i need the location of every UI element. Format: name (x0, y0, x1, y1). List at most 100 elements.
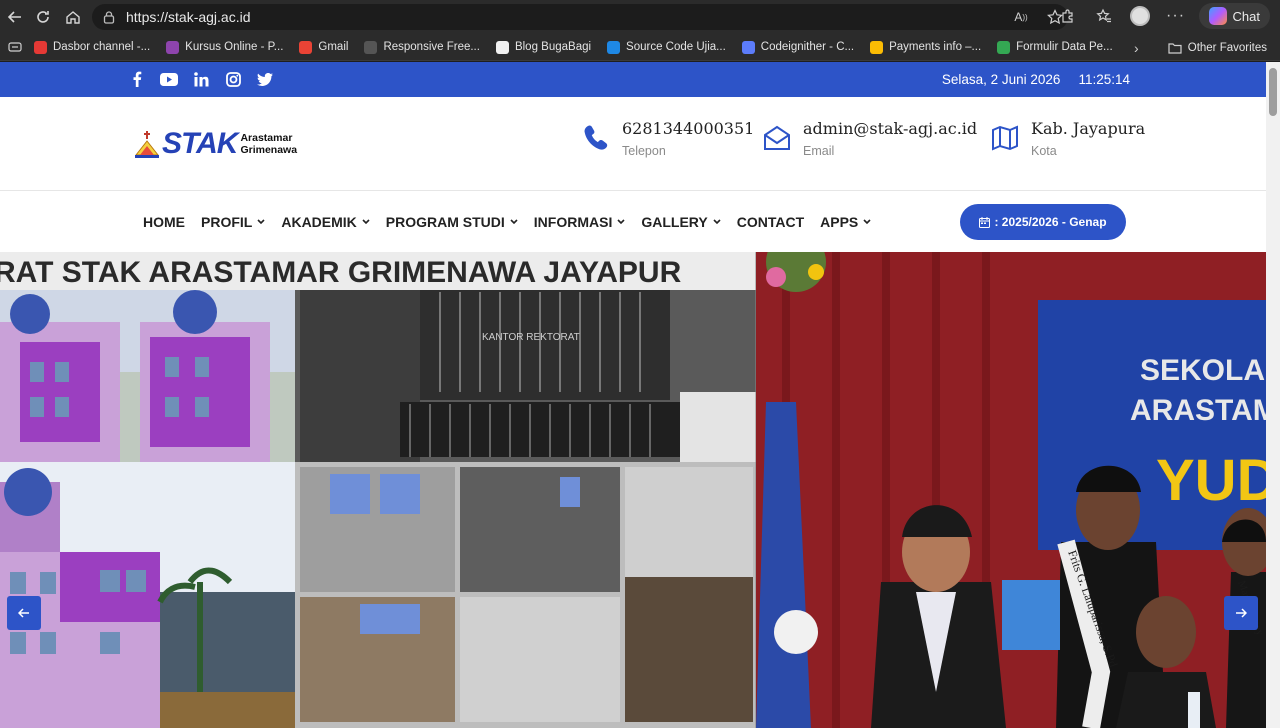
favorites-icon[interactable] (1091, 3, 1117, 29)
youtube-icon[interactable] (160, 70, 178, 88)
bookmark-item[interactable]: Kursus Online - P... (158, 40, 291, 54)
twitter-icon[interactable] (256, 70, 274, 88)
nav-item-label: HOME (143, 214, 185, 230)
linkedin-icon[interactable] (192, 70, 210, 88)
page-scrollbar[interactable] (1266, 62, 1280, 728)
chat-label: Chat (1232, 8, 1260, 24)
profile-avatar[interactable] (1127, 3, 1153, 29)
email-label: Email (803, 144, 835, 158)
bookmark-label: Dasbor channel -... (53, 41, 151, 53)
lock-icon (103, 11, 115, 24)
contact-city-text: Kab. Jayapura Kota (1031, 119, 1145, 158)
bookmark-item[interactable]: Gmail (291, 40, 356, 54)
more-menu-icon[interactable]: ··· (1163, 3, 1189, 29)
bookmark-label: Responsive Free... (383, 41, 480, 53)
other-favorites-folder[interactable]: Other Favorites (1168, 34, 1267, 61)
nav-item-gallery[interactable]: GALLERY (641, 214, 721, 230)
arrow-left-icon (18, 608, 29, 618)
instagram-icon[interactable] (224, 70, 242, 88)
copilot-chat-button[interactable]: Chat (1198, 3, 1270, 29)
bookmark-favicon-icon (166, 40, 180, 54)
chevron-down-icon (713, 218, 721, 227)
web-page: Selasa, 2 Juni 2026 11:25:14 STAK Arasta… (0, 62, 1266, 728)
bookmark-item[interactable]: Dasbor channel -... (26, 40, 158, 54)
email-address[interactable]: admin@stak-agj.ac.id (803, 119, 977, 138)
social-links (128, 70, 274, 88)
facebook-icon[interactable] (128, 70, 146, 88)
calendar-icon (979, 216, 991, 228)
bookmark-item[interactable]: Responsive Free... (356, 40, 488, 54)
nav-item-program-studi[interactable]: PROGRAM STUDI (386, 214, 518, 230)
academic-semester-button[interactable]: : 2025/2026 - Genap (960, 204, 1126, 240)
banner-line-3: YUD (1156, 448, 1266, 513)
city-label: Kota (1031, 144, 1057, 158)
date-time-display: Selasa, 2 Juni 2026 11:25:14 (942, 72, 1130, 87)
refresh-icon[interactable] (28, 2, 58, 32)
extensions-icon[interactable] (1055, 3, 1081, 29)
nav-item-contact[interactable]: CONTACT (737, 214, 804, 230)
nav-item-akademik[interactable]: AKADEMIK (281, 214, 370, 230)
phone-number[interactable]: 6281344000351 (622, 119, 754, 138)
site-logo[interactable]: STAK Arastamar Grimenawa (134, 127, 297, 161)
bookmark-favicon-icon (364, 40, 378, 54)
nav-item-home[interactable]: HOME (143, 214, 185, 230)
nav-item-apps[interactable]: APPS (820, 214, 871, 230)
bookmark-item[interactable]: Codeignither - C... (734, 40, 862, 54)
folder-icon (1168, 42, 1182, 54)
nav-menu: HOME PROFIL AKADEMIK PROGRAM STUDI INFORMASI… (143, 214, 871, 230)
logo-emblem-icon (134, 129, 160, 159)
logo-subtitle-line-1: Arastamar (240, 132, 293, 144)
nav-item-informasi[interactable]: INFORMASI (534, 214, 626, 230)
contact-phone: 6281344000351 Telepon (582, 119, 754, 158)
toolbar-right: ··· Chat (1055, 3, 1270, 29)
current-time: 11:25:14 (1078, 72, 1130, 87)
map-icon (992, 125, 1018, 151)
copilot-icon (1208, 7, 1227, 25)
bookmark-item[interactable]: Source Code Ujia... (599, 40, 734, 54)
bookmark-favicon-icon (34, 40, 47, 54)
nav-item-label: INFORMASI (533, 214, 613, 230)
banner-line-1: SEKOLA (1140, 354, 1265, 387)
semester-label: : 2025/2026 - Genap (994, 215, 1107, 229)
graduation-photo-image: SEKOLA ARASTAM YUD Frits G. Laluparissa,… (756, 252, 1266, 728)
bookmark-label: Payments info –... (889, 41, 982, 53)
bookmark-favicon-icon (299, 40, 313, 54)
nav-item-label: AKADEMIK (281, 214, 357, 230)
logo-text: STAK (162, 127, 238, 160)
bookmarks-overflow-chevron-icon[interactable]: › (1134, 34, 1139, 61)
bookmark-item[interactable]: Payments info –... (862, 40, 989, 54)
slider-prev-button[interactable] (7, 596, 41, 630)
bookmark-item[interactable]: Formulir Data Pe... (989, 40, 1121, 54)
back-icon[interactable] (0, 2, 30, 32)
site-header: STAK Arastamar Grimenawa 6281344000351 T… (0, 97, 1266, 191)
slider-next-button[interactable] (1224, 596, 1258, 630)
contact-phone-text: 6281344000351 Telepon (622, 119, 754, 158)
slide-campus-renders: RAT STAK ARASTAMAR GRIMENAWA JAYAPUR KAN… (0, 252, 757, 728)
nav-item-profil[interactable]: PROFIL (201, 214, 265, 230)
home-icon[interactable] (58, 2, 88, 32)
url-text: https://stak-agj.ac.id (126, 9, 251, 25)
bookmark-list: Dasbor channel -... Kursus Online - P... G… (26, 40, 1121, 54)
chevron-down-icon (362, 218, 370, 227)
city-name: Kab. Jayapura (1031, 119, 1146, 138)
chevron-down-icon (617, 218, 625, 227)
arrow-right-icon (1236, 608, 1247, 618)
bookmark-favicon-icon (495, 40, 509, 54)
bookmark-favicon-icon (997, 40, 1011, 54)
tab-actions-icon[interactable] (4, 34, 26, 60)
bookmark-item[interactable]: Blog BugaBagi (488, 40, 599, 54)
logo-subtitle: Arastamar Grimenawa (240, 132, 297, 156)
hero-slider: RAT STAK ARASTAMAR GRIMENAWA JAYAPUR KAN… (0, 252, 1266, 728)
nav-item-label: PROGRAM STUDI (385, 214, 505, 230)
bookmark-label: Blog BugaBagi (514, 41, 592, 53)
contact-email-text: admin@stak-agj.ac.id Email (803, 119, 977, 158)
rectorate-sign-text: KANTOR REKTORAT (482, 332, 580, 343)
address-bar[interactable]: https://stak-agj.ac.id (92, 4, 1068, 30)
read-aloud-icon[interactable]: A)) (1008, 4, 1034, 30)
phone-icon (584, 125, 608, 150)
phone-label: Telepon (622, 144, 666, 158)
bookmark-favicon-icon (870, 40, 884, 54)
nav-item-label: PROFIL (201, 214, 253, 230)
bookmark-favicon-icon (607, 40, 621, 54)
scrollbar-thumb[interactable] (1269, 68, 1277, 116)
